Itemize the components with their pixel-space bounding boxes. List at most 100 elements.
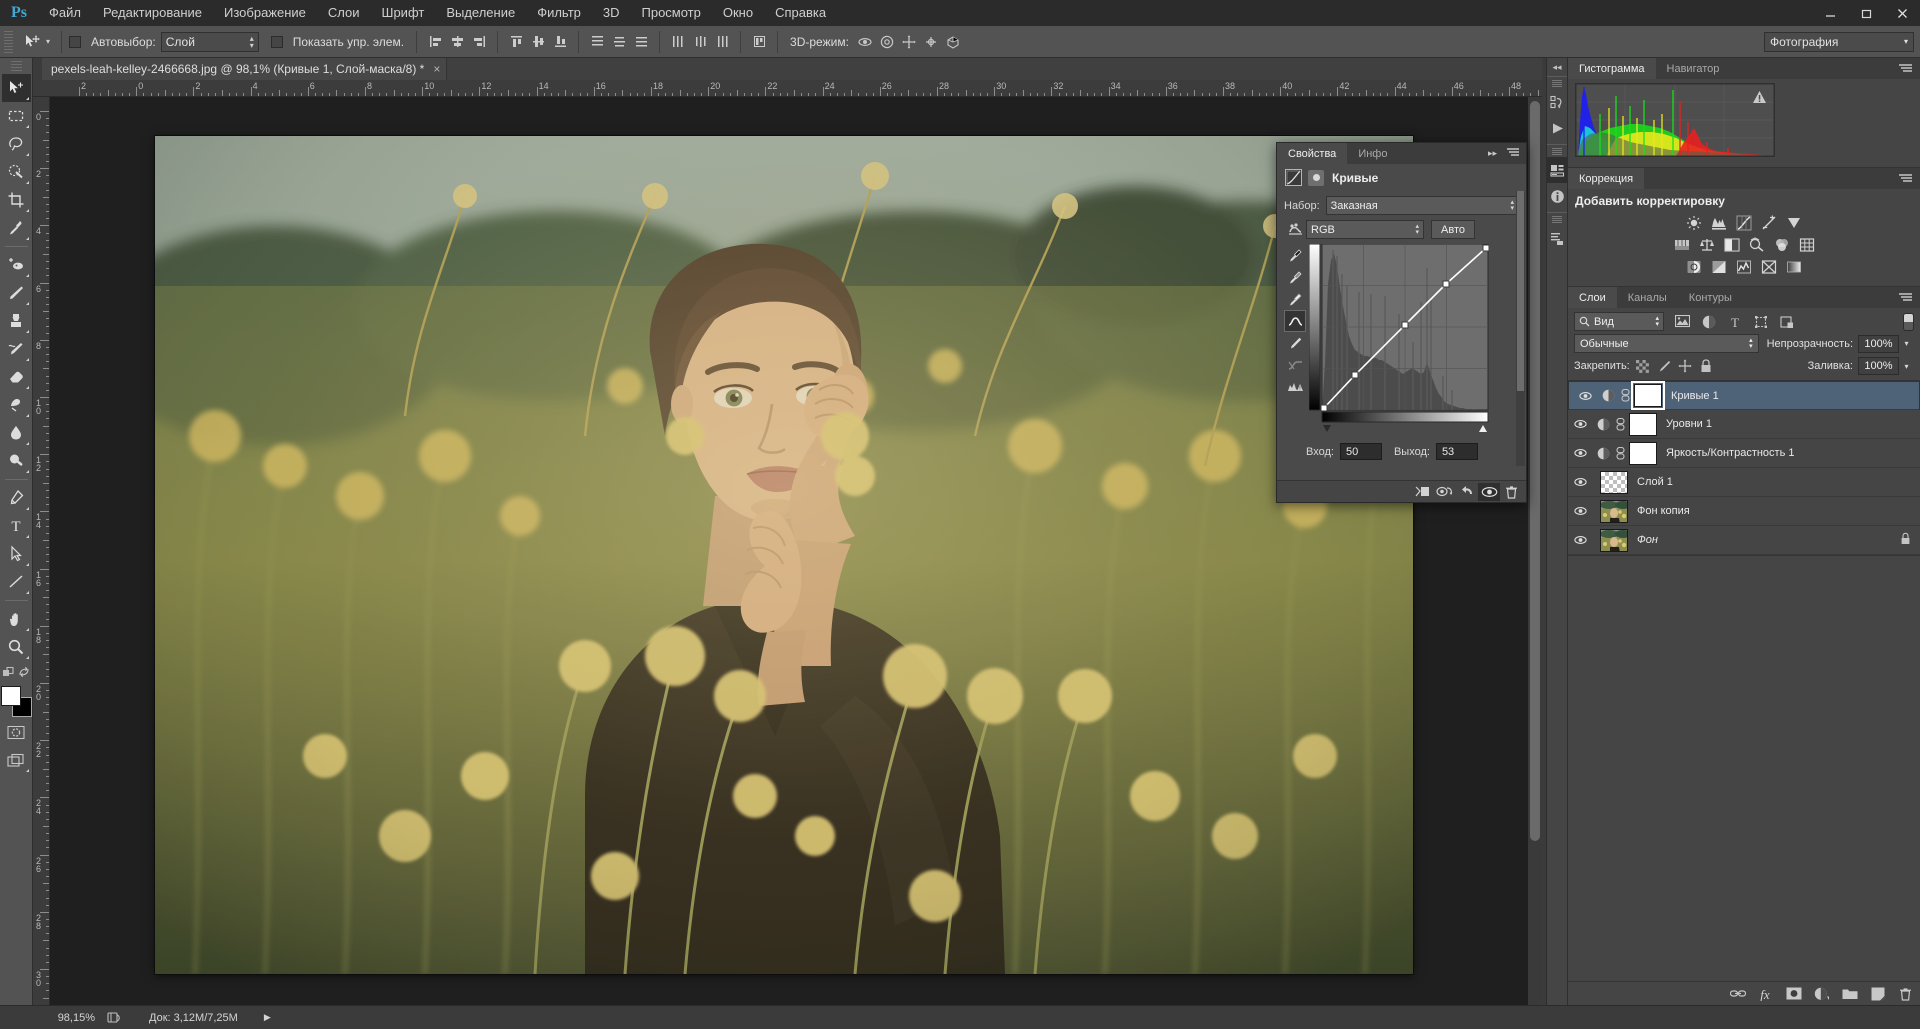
smooth-curve-icon[interactable] xyxy=(1284,354,1306,376)
actions-play-icon[interactable] xyxy=(1547,115,1568,141)
selective-color-icon[interactable] xyxy=(1758,257,1780,276)
hue-saturation-icon[interactable] xyxy=(1671,235,1693,254)
edit-points-icon[interactable] xyxy=(1284,310,1306,332)
tool-spot-healing-brush[interactable] xyxy=(2,251,31,279)
menu-item-window[interactable]: Окно xyxy=(712,0,764,26)
dock-group-grip[interactable] xyxy=(1552,216,1562,223)
tab-layers[interactable]: Слои xyxy=(1568,287,1617,308)
panel-menu-icon[interactable] xyxy=(1892,58,1920,79)
swap-colors-icon[interactable] xyxy=(17,664,31,680)
edit-toolbar-icon[interactable] xyxy=(1,664,15,680)
collapse-panel-icon[interactable]: ▸▸ xyxy=(1483,148,1502,159)
auto-align-layers-icon[interactable] xyxy=(748,31,770,53)
photo-filter-icon[interactable] xyxy=(1746,235,1768,254)
tab-channels[interactable]: Каналы xyxy=(1617,287,1678,308)
menu-item-image[interactable]: Изображение xyxy=(213,0,317,26)
horizontal-ruler[interactable]: 2 0 2 4 6 8 10 12 14 16 18 20 22 24 26 28 30 32 34 36 38 40 42… xyxy=(33,80,1542,97)
tool-blur[interactable] xyxy=(2,419,31,447)
distribute-bottom-edges-icon[interactable] xyxy=(630,31,652,53)
canvas-scrollbar-thumb[interactable] xyxy=(1530,101,1540,841)
layer-thumbnail[interactable] xyxy=(1600,499,1628,523)
curves-icon[interactable] xyxy=(1733,213,1755,232)
new-adjustment-icon[interactable]: ▾ xyxy=(1813,985,1830,1002)
roll-3d-icon[interactable] xyxy=(876,31,898,53)
filter-toggle-switch[interactable] xyxy=(1903,312,1914,331)
tab-navigator[interactable]: Навигатор xyxy=(1656,58,1731,79)
distribute-vertical-centers-icon[interactable] xyxy=(608,31,630,53)
posterize-icon[interactable] xyxy=(1708,257,1730,276)
delete-layer-icon[interactable] xyxy=(1897,985,1914,1002)
curve-graph-svg[interactable] xyxy=(1308,243,1490,434)
tool-horizontal-type[interactable]: T xyxy=(2,512,31,540)
curve-point-1[interactable] xyxy=(1351,371,1359,379)
layer-visibility-icon[interactable] xyxy=(1568,410,1593,439)
tool-quick-selection[interactable] xyxy=(2,158,31,186)
dock-group-grip[interactable] xyxy=(1552,80,1562,87)
layer-filter-select[interactable]: Вид ▴ ▾ xyxy=(1574,312,1664,331)
channel-mixer-icon[interactable] xyxy=(1771,235,1793,254)
adjustment-layer-icon[interactable] xyxy=(1593,418,1614,431)
maximize-icon[interactable] xyxy=(1848,0,1884,26)
link-mask-icon[interactable] xyxy=(1614,446,1627,460)
workspace-select[interactable]: Фотография ▾ xyxy=(1764,31,1914,52)
scale-3d-icon[interactable] xyxy=(942,31,964,53)
view-previous-state-icon[interactable] xyxy=(1434,483,1456,501)
invert-icon[interactable] xyxy=(1683,257,1705,276)
document-image[interactable] xyxy=(155,136,1413,974)
tool-clone-stamp[interactable] xyxy=(2,307,31,335)
foreground-color-swatch[interactable] xyxy=(1,686,21,706)
delete-icon[interactable] xyxy=(1500,483,1522,501)
tool-move[interactable] xyxy=(1,74,31,102)
quick-mask-toggle[interactable] xyxy=(2,718,31,746)
curve-point-0[interactable] xyxy=(1320,404,1328,412)
adjustment-filter-icon[interactable] xyxy=(1700,313,1717,330)
panel-menu-icon[interactable] xyxy=(1892,287,1920,308)
properties-panel[interactable]: Свойства Инфо ▸▸ Кривые Набор: Заказная … xyxy=(1276,142,1527,503)
autoselect-checkbox-box[interactable] xyxy=(69,35,82,48)
active-tool-move-icon[interactable] xyxy=(16,30,46,54)
smart-object-filter-icon[interactable] xyxy=(1778,313,1795,330)
distribute-right-edges-icon[interactable] xyxy=(711,31,733,53)
tool-pen[interactable] xyxy=(2,484,31,512)
gradient-map-icon[interactable] xyxy=(1783,257,1805,276)
shape-filter-icon[interactable] xyxy=(1752,313,1769,330)
history-icon[interactable] xyxy=(1547,89,1568,115)
menu-item-select[interactable]: Выделение xyxy=(435,0,526,26)
preset-select[interactable]: Заказная ▴ ▾ xyxy=(1325,196,1519,215)
auto-button[interactable]: Авто xyxy=(1431,220,1475,239)
layer-visibility-icon[interactable] xyxy=(1568,526,1593,555)
minimize-icon[interactable] xyxy=(1812,0,1848,26)
link-layers-icon[interactable] xyxy=(1729,985,1746,1002)
layer-row[interactable]: Уровни 1 xyxy=(1568,410,1920,439)
histogram-graph[interactable] xyxy=(1575,83,1775,157)
new-layer-icon[interactable] xyxy=(1869,985,1886,1002)
status-menu-arrow-icon[interactable]: ▶ xyxy=(264,1012,271,1023)
menu-item-type[interactable]: Шрифт xyxy=(371,0,436,26)
uncached-data-warning-icon[interactable] xyxy=(1752,90,1766,103)
tool-gradient[interactable] xyxy=(2,391,31,419)
add-mask-icon[interactable] xyxy=(1785,985,1802,1002)
tab-properties[interactable]: Свойства xyxy=(1277,143,1348,164)
align-vertical-centers-icon[interactable] xyxy=(527,31,549,53)
tool-path-selection[interactable] xyxy=(2,540,31,568)
adjustment-layer-icon[interactable] xyxy=(1598,389,1619,402)
align-left-edges-icon[interactable] xyxy=(424,31,446,53)
layer-thumbnail[interactable] xyxy=(1600,470,1628,494)
fill-dropdown-icon[interactable]: ▾ xyxy=(1899,357,1914,375)
tab-adjustments[interactable]: Коррекция xyxy=(1568,168,1645,189)
screen-mode-toggle[interactable] xyxy=(2,746,31,774)
pixel-filter-icon[interactable] xyxy=(1674,313,1691,330)
link-mask-icon[interactable] xyxy=(1614,417,1627,431)
pan-3d-icon[interactable] xyxy=(898,31,920,53)
tool-rectangular-marquee[interactable] xyxy=(2,102,31,130)
menu-item-filter[interactable]: Фильтр xyxy=(526,0,592,26)
layer-row[interactable]: Кривые 1 xyxy=(1568,381,1920,410)
lock-position-icon[interactable] xyxy=(1677,358,1693,374)
tools-panel-grip[interactable] xyxy=(10,61,22,71)
zoom-level-field[interactable]: 98,15% xyxy=(33,1012,103,1024)
document-profile-icon[interactable] xyxy=(103,1010,125,1026)
collapse-panels-icon[interactable]: ◂◂ xyxy=(1547,58,1567,76)
menu-item-file[interactable]: Файл xyxy=(38,0,92,26)
color-swatches[interactable] xyxy=(1,686,32,717)
properties-scrollbar[interactable] xyxy=(1516,191,1525,466)
